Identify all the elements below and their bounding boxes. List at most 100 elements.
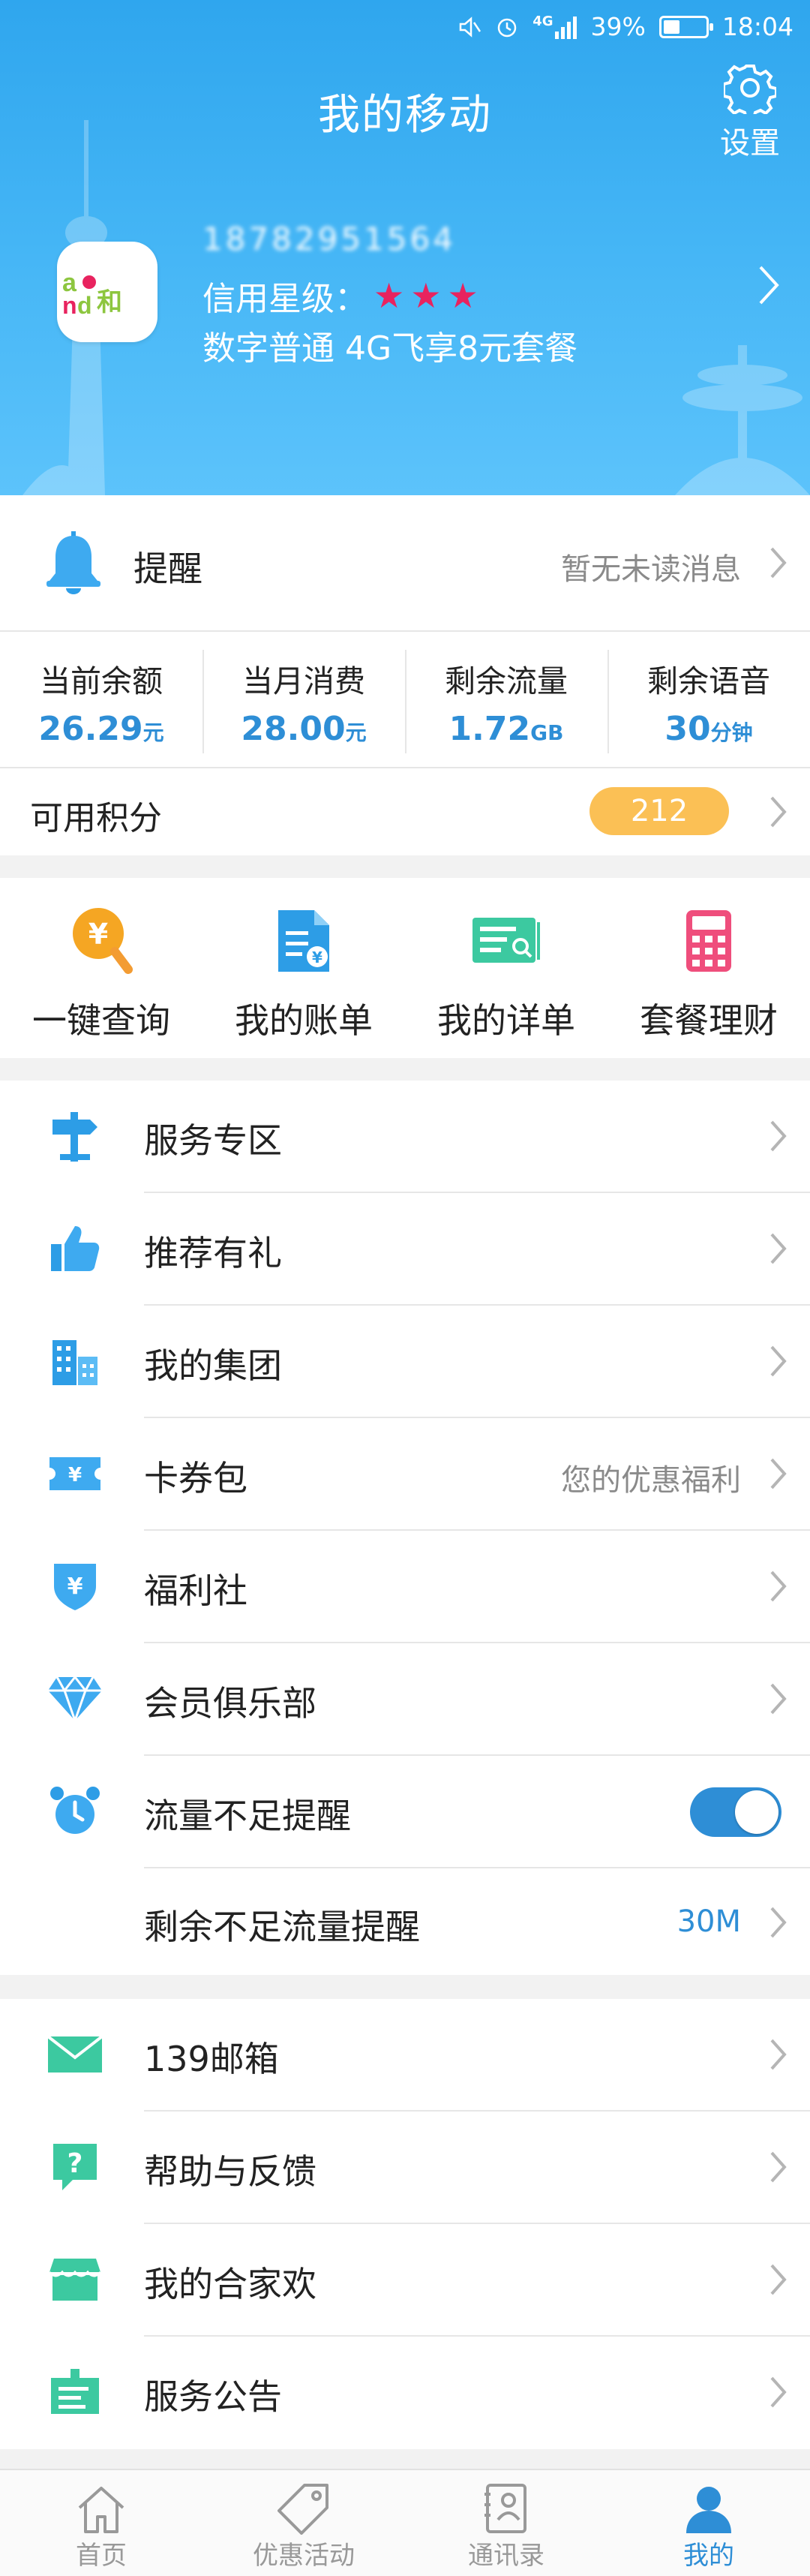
stat-remaining-data[interactable]: 剩余流量 1.72GB	[405, 632, 608, 767]
stat-unit: 分钟	[710, 720, 753, 745]
stat-value: 1.72	[448, 710, 531, 748]
tab-label: 通讯录	[468, 2541, 544, 2571]
menu-item-family[interactable]: 我的合家欢	[0, 2224, 810, 2335]
menu-item-data-alert: 流量不足提醒	[0, 1756, 810, 1867]
chevron-right-icon	[770, 1571, 787, 1602]
notice-icon	[45, 2362, 105, 2422]
stat-remaining-voice[interactable]: 剩余语音 30分钟	[608, 632, 810, 767]
my-detail-button[interactable]: 我的详单	[405, 878, 608, 1058]
stat-unit: 元	[345, 720, 367, 745]
menu-label: 帮助与反馈	[144, 2151, 316, 2192]
tab-mine[interactable]: 我的	[608, 2470, 810, 2576]
plan-finance-button[interactable]: 套餐理财	[608, 878, 810, 1058]
tab-label: 我的	[683, 2541, 734, 2571]
help-icon: ?	[45, 2137, 105, 2197]
tab-contacts[interactable]: 通讯录	[405, 2470, 608, 2576]
menu-label: 服务专区	[144, 1120, 282, 1161]
star-icon: ★	[410, 275, 442, 316]
menu-label: 我的集团	[144, 1345, 282, 1386]
and-logo-icon: a n d 和	[62, 269, 122, 318]
menu-item-my-group[interactable]: 我的集团	[0, 1306, 810, 1417]
svg-text:¥: ¥	[68, 1574, 83, 1600]
tab-label: 首页	[76, 2541, 127, 2571]
chevron-right-icon	[770, 1233, 787, 1264]
profile-card[interactable]: a n d 和 18782951564 信用星级： ★ ★ ★ 数字普通 4G飞享8…	[0, 218, 810, 368]
quick-label: 我的详单	[437, 1000, 575, 1041]
menu-label: 卡券包	[144, 1458, 248, 1498]
page-title: 我的移动	[318, 91, 492, 140]
mute-icon	[459, 16, 482, 38]
alarm-status-icon	[497, 18, 517, 37]
gear-icon	[724, 65, 776, 114]
thumbs-up-icon	[45, 1219, 105, 1279]
status-time: 18:04	[722, 12, 794, 41]
quick-query-button[interactable]: ¥ 一键查询	[0, 878, 202, 1058]
mail-icon	[45, 2024, 105, 2085]
stat-label: 当月消费	[242, 663, 365, 699]
tab-label: 优惠活动	[253, 2541, 355, 2571]
home-icon	[0, 2475, 202, 2535]
chevron-right-icon	[770, 1683, 787, 1715]
chevron-right-icon	[770, 2376, 787, 2408]
menu-item-data-threshold[interactable]: 剩余不足流量提醒 30M	[0, 1868, 810, 1975]
menu-item-notices[interactable]: 服务公告	[0, 2337, 810, 2448]
menu-label: 流量不足提醒	[144, 1796, 351, 1836]
stat-unit: GB	[530, 720, 564, 745]
data-alert-toggle[interactable]	[690, 1787, 782, 1837]
reminder-row[interactable]: 提醒 暂无未读消息	[0, 495, 810, 630]
settings-button[interactable]: 设置	[712, 62, 788, 162]
menu-item-member-club[interactable]: 会员俱乐部	[0, 1643, 810, 1754]
menu-item-coupon-wallet[interactable]: ¥ 卡券包 您的优惠福利	[0, 1418, 810, 1529]
menu-item-referral[interactable]: 推荐有礼	[0, 1193, 810, 1304]
welfare-shield-icon: ¥	[45, 1556, 105, 1616]
status-bar: 4G 39% 18:04	[0, 0, 810, 59]
service-menu: 服务专区 推荐有礼 我的集团 ¥ 卡券包 您的优惠福利 ¥ 福利社 会员俱乐部 …	[0, 1081, 810, 1975]
menu-label: 我的合家欢	[144, 2264, 316, 2304]
my-bill-button[interactable]: ¥ 我的账单	[202, 878, 405, 1058]
menu-item-welfare[interactable]: ¥ 福利社	[0, 1531, 810, 1642]
svg-text:n: n	[62, 292, 77, 318]
detail-list-icon	[472, 918, 540, 963]
tag-icon	[202, 2475, 405, 2535]
chevron-right-icon	[770, 2264, 787, 2295]
tab-home[interactable]: 首页	[0, 2470, 202, 2576]
menu-sub: 30M	[676, 1904, 741, 1939]
menu-item-service-zone[interactable]: 服务专区	[0, 1081, 810, 1192]
stat-label: 剩余语音	[647, 663, 770, 699]
toggle-knob	[735, 1790, 778, 1834]
chevron-right-icon	[770, 1907, 787, 1938]
bottom-tab-bar: 首页 优惠活动 通讯录 我的	[0, 2469, 810, 2576]
menu-label: 剩余不足流量提醒	[144, 1907, 420, 1947]
help-menu: 139邮箱 ? 帮助与反馈 我的合家欢 服务公告	[0, 1999, 810, 2449]
points-badge: 212	[590, 787, 729, 835]
stat-label: 剩余流量	[445, 663, 568, 699]
stat-monthly-spend[interactable]: 当月消费 28.00元	[202, 632, 405, 767]
bill-icon: ¥	[278, 910, 329, 972]
quick-actions: ¥ 一键查询 ¥ 我的账单 我的详单 套餐理财	[0, 878, 810, 1058]
plan-name: 数字普通 4G飞享8元套餐	[202, 329, 578, 368]
svg-text:¥: ¥	[312, 948, 322, 966]
quick-label: 一键查询	[32, 1000, 170, 1041]
stat-balance[interactable]: 当前余额 26.29元	[0, 632, 202, 767]
menu-item-help-feedback[interactable]: ? 帮助与反馈	[0, 2112, 810, 2223]
battery-icon	[658, 15, 713, 38]
svg-text:?: ?	[68, 2148, 83, 2179]
menu-sub: 您的优惠福利	[561, 1463, 741, 1498]
network-label: 4G	[532, 14, 554, 29]
menu-label: 139邮箱	[144, 2039, 279, 2079]
points-label: 可用积分	[30, 799, 162, 837]
chevron-right-icon	[759, 266, 779, 305]
reminder-status: 暂无未读消息	[561, 552, 741, 587]
credit-label: 信用星级：	[202, 280, 368, 318]
signal-icon	[554, 16, 577, 39]
credit-stars: ★ ★ ★	[368, 275, 478, 316]
points-row[interactable]: 可用积分 212	[0, 768, 810, 855]
menu-item-139-mail[interactable]: 139邮箱	[0, 1999, 810, 2110]
menu-label: 会员俱乐部	[144, 1683, 316, 1724]
credit-rating: 信用星级： ★ ★ ★	[202, 272, 478, 320]
tab-promotions[interactable]: 优惠活动	[202, 2470, 405, 2576]
svg-text:和: 和	[97, 287, 122, 317]
star-icon: ★	[447, 275, 478, 316]
chevron-right-icon	[770, 2151, 787, 2183]
battery-percent: 39%	[590, 12, 646, 41]
